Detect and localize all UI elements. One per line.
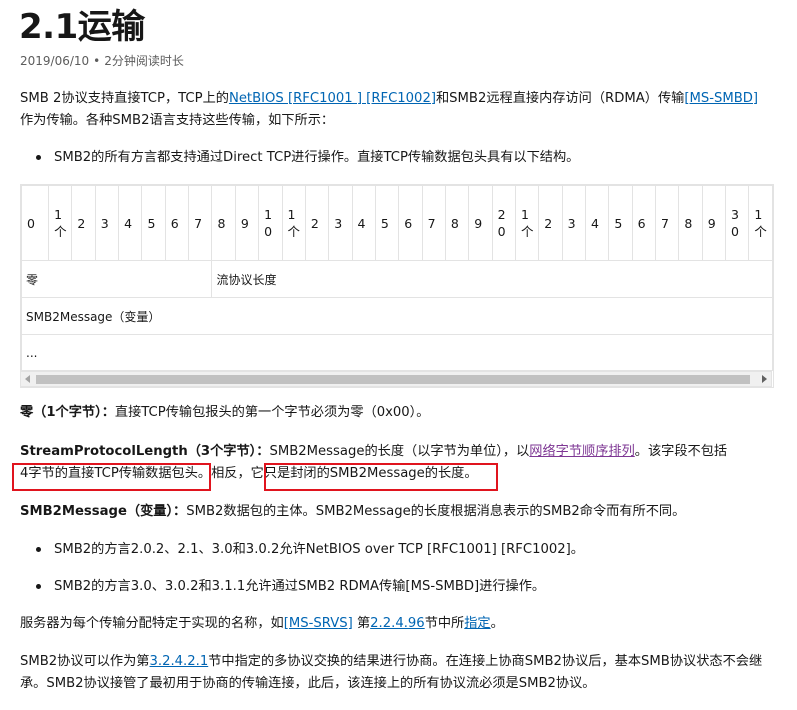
definition-term: 零（1个字节）： bbox=[20, 405, 115, 420]
bit-header-cell: 2 bbox=[304, 185, 330, 261]
ms-srvs-link[interactable]: [MS-SRVS] bbox=[284, 616, 353, 631]
bit-header-cell: 7 bbox=[421, 185, 446, 261]
bit-header-cell: 0 bbox=[21, 185, 50, 261]
bit-table: 01 个234567891 01 个234567892 01 个23456789… bbox=[21, 185, 773, 371]
bit-header-cell: 6 bbox=[398, 185, 423, 261]
highlight-box bbox=[12, 463, 211, 491]
protocol-paragraph: SMB2协议可以作为第3.2.4.2.1节中指定的多协议交换的结果进行协商。在连… bbox=[20, 651, 772, 695]
bit-header-cell: 7 bbox=[654, 185, 680, 261]
horizontal-scrollbar[interactable] bbox=[20, 371, 772, 387]
bullet-text: SMB2的所有方言都支持通过Direct TCP进行操作。直接TCP传输数据包头… bbox=[54, 150, 580, 165]
bit-header-cell: 3 bbox=[561, 185, 586, 261]
paragraph-text: 节中所 bbox=[424, 616, 465, 631]
publish-date: 2019/06/10 bbox=[20, 54, 90, 68]
list-item: SMB2的方言2.0.2、2.1、3.0和3.0.2允许NetBIOS over… bbox=[36, 539, 766, 561]
bit-header-row: 01 个234567891 01 个234567892 01 个23456789… bbox=[21, 185, 773, 261]
page-title: 2.1运输 bbox=[19, 7, 145, 47]
paragraph-text: SMB2协议可以作为第 bbox=[20, 654, 150, 669]
bit-header-cell: 4 bbox=[118, 185, 143, 261]
zero-field-cell: 零 bbox=[21, 260, 213, 298]
bit-header-cell: 1 个 bbox=[748, 185, 773, 261]
bit-header-cell: 1 个 bbox=[48, 185, 73, 261]
bit-header-cell: 2 bbox=[71, 185, 96, 261]
article: 2.1运输 2019/06/10 • 2分钟阅读时长 SMB 2协议支持直接TCP，… bbox=[0, 0, 797, 710]
definition-text: SMB2数据包的主体。SMB2Message的长度根据消息表示的SMB2命令而有… bbox=[186, 504, 686, 519]
bit-header-cell: 9 bbox=[468, 185, 493, 261]
server-paragraph: 服务器为每个传输分配特定于实现的名称，如[MS-SRVS] 第2.2.4.96节… bbox=[20, 613, 772, 635]
bit-header-cell: 3 bbox=[94, 185, 120, 261]
definition-term: StreamProtocolLength（3个字节）： bbox=[20, 444, 270, 459]
bit-header-cell: 8 bbox=[678, 185, 703, 261]
scroll-thumb[interactable] bbox=[36, 375, 750, 384]
table-row: ... bbox=[21, 334, 773, 371]
bit-header-cell: 1 个 bbox=[281, 185, 306, 261]
netbios-link[interactable]: NetBIOS [RFC1001 ] [RFC1002] bbox=[229, 91, 436, 106]
bit-header-cell: 6 bbox=[164, 185, 190, 261]
smb2-message-cell: SMB2Message（变量） bbox=[21, 297, 773, 335]
definition-term: SMB2Message（变量）： bbox=[20, 504, 187, 519]
paragraph-text: 。 bbox=[490, 616, 504, 631]
definition-text: 。该字段不包括 bbox=[634, 444, 728, 459]
meta-separator: • bbox=[93, 54, 101, 68]
definition-text: SMB2Message的长度（以字节为单位），以 bbox=[269, 444, 530, 459]
bit-header-cell: 5 bbox=[374, 185, 400, 261]
packet-header-table: 01 个234567891 01 个234567892 01 个23456789… bbox=[20, 184, 774, 388]
network-byte-order-link[interactable]: 网络字节顺序排列 bbox=[529, 444, 635, 459]
bit-header-cell: 4 bbox=[351, 185, 376, 261]
ms-smbd-link[interactable]: [MS-SMBD] bbox=[684, 91, 758, 106]
table-row: 零 流协议长度 bbox=[21, 260, 773, 298]
ellipsis-cell: ... bbox=[21, 334, 773, 371]
paragraph-text: 第 bbox=[352, 616, 371, 631]
table-row: SMB2Message（变量） bbox=[21, 297, 773, 335]
article-meta: 2019/06/10 • 2分钟阅读时长 bbox=[20, 52, 184, 69]
intro-paragraph: SMB 2协议支持直接TCP，TCP上的NetBIOS [RFC1001 ] [… bbox=[20, 88, 772, 132]
intro-text: 和SMB2远程直接内存访问（RDMA）传输 bbox=[435, 91, 685, 106]
bit-header-cell: 8 bbox=[444, 185, 470, 261]
bit-header-cell: 9 bbox=[234, 185, 260, 261]
bullet-text: SMB2的方言3.0、3.0.2和3.1.1允许通过SMB2 RDMA传输[MS… bbox=[54, 579, 546, 594]
section-3-2-4-2-1-link[interactable]: 3.2.4.2.1 bbox=[150, 654, 209, 669]
specified-link[interactable]: 指定 bbox=[464, 616, 490, 631]
section-2-2-4-96-link[interactable]: 2.2.4.96 bbox=[370, 616, 425, 631]
bit-header-cell: 4 bbox=[584, 185, 610, 261]
bit-header-cell: 3 0 bbox=[725, 185, 750, 261]
read-time: 2分钟阅读时长 bbox=[104, 54, 184, 68]
bit-header-cell: 5 bbox=[608, 185, 633, 261]
paragraph-text: 服务器为每个传输分配特定于实现的名称，如 bbox=[20, 616, 284, 631]
bit-header-cell: 5 bbox=[141, 185, 166, 261]
zero-definition: 零（1个字节）：直接TCP传输包报头的第一个字节必须为零（0x00）。 bbox=[20, 402, 772, 424]
bit-header-cell: 3 bbox=[328, 185, 353, 261]
highlight-box bbox=[264, 463, 498, 491]
bit-header-cell: 6 bbox=[631, 185, 657, 261]
stream-length-cell: 流协议长度 bbox=[211, 260, 773, 298]
bit-header-cell: 7 bbox=[188, 185, 213, 261]
scroll-left-icon[interactable] bbox=[25, 375, 30, 383]
smb2-message-definition: SMB2Message（变量）：SMB2数据包的主体。SMB2Message的长… bbox=[20, 501, 772, 523]
bit-header-cell: 8 bbox=[211, 185, 236, 261]
bit-header-cell: 2 0 bbox=[491, 185, 516, 261]
bullet-text: SMB2的方言2.0.2、2.1、3.0和3.0.2允许NetBIOS over… bbox=[54, 542, 584, 557]
definition-text: 直接TCP传输包报头的第一个字节必须为零（0x00）。 bbox=[114, 405, 430, 420]
bit-header-cell: 9 bbox=[701, 185, 727, 261]
bit-header-cell: 2 bbox=[538, 185, 563, 261]
list-item: SMB2的方言3.0、3.0.2和3.1.1允许通过SMB2 RDMA传输[MS… bbox=[36, 576, 766, 598]
intro-text: 作为传输。各种SMB2语言支持这些传输，如下所示： bbox=[20, 113, 335, 128]
bit-header-cell: 1 个 bbox=[514, 185, 540, 261]
scroll-right-icon[interactable] bbox=[762, 375, 767, 383]
intro-text: SMB 2协议支持直接TCP，TCP上的 bbox=[20, 91, 229, 106]
list-item: SMB2的所有方言都支持通过Direct TCP进行操作。直接TCP传输数据包头… bbox=[36, 147, 766, 169]
bit-header-cell: 1 0 bbox=[258, 185, 283, 261]
